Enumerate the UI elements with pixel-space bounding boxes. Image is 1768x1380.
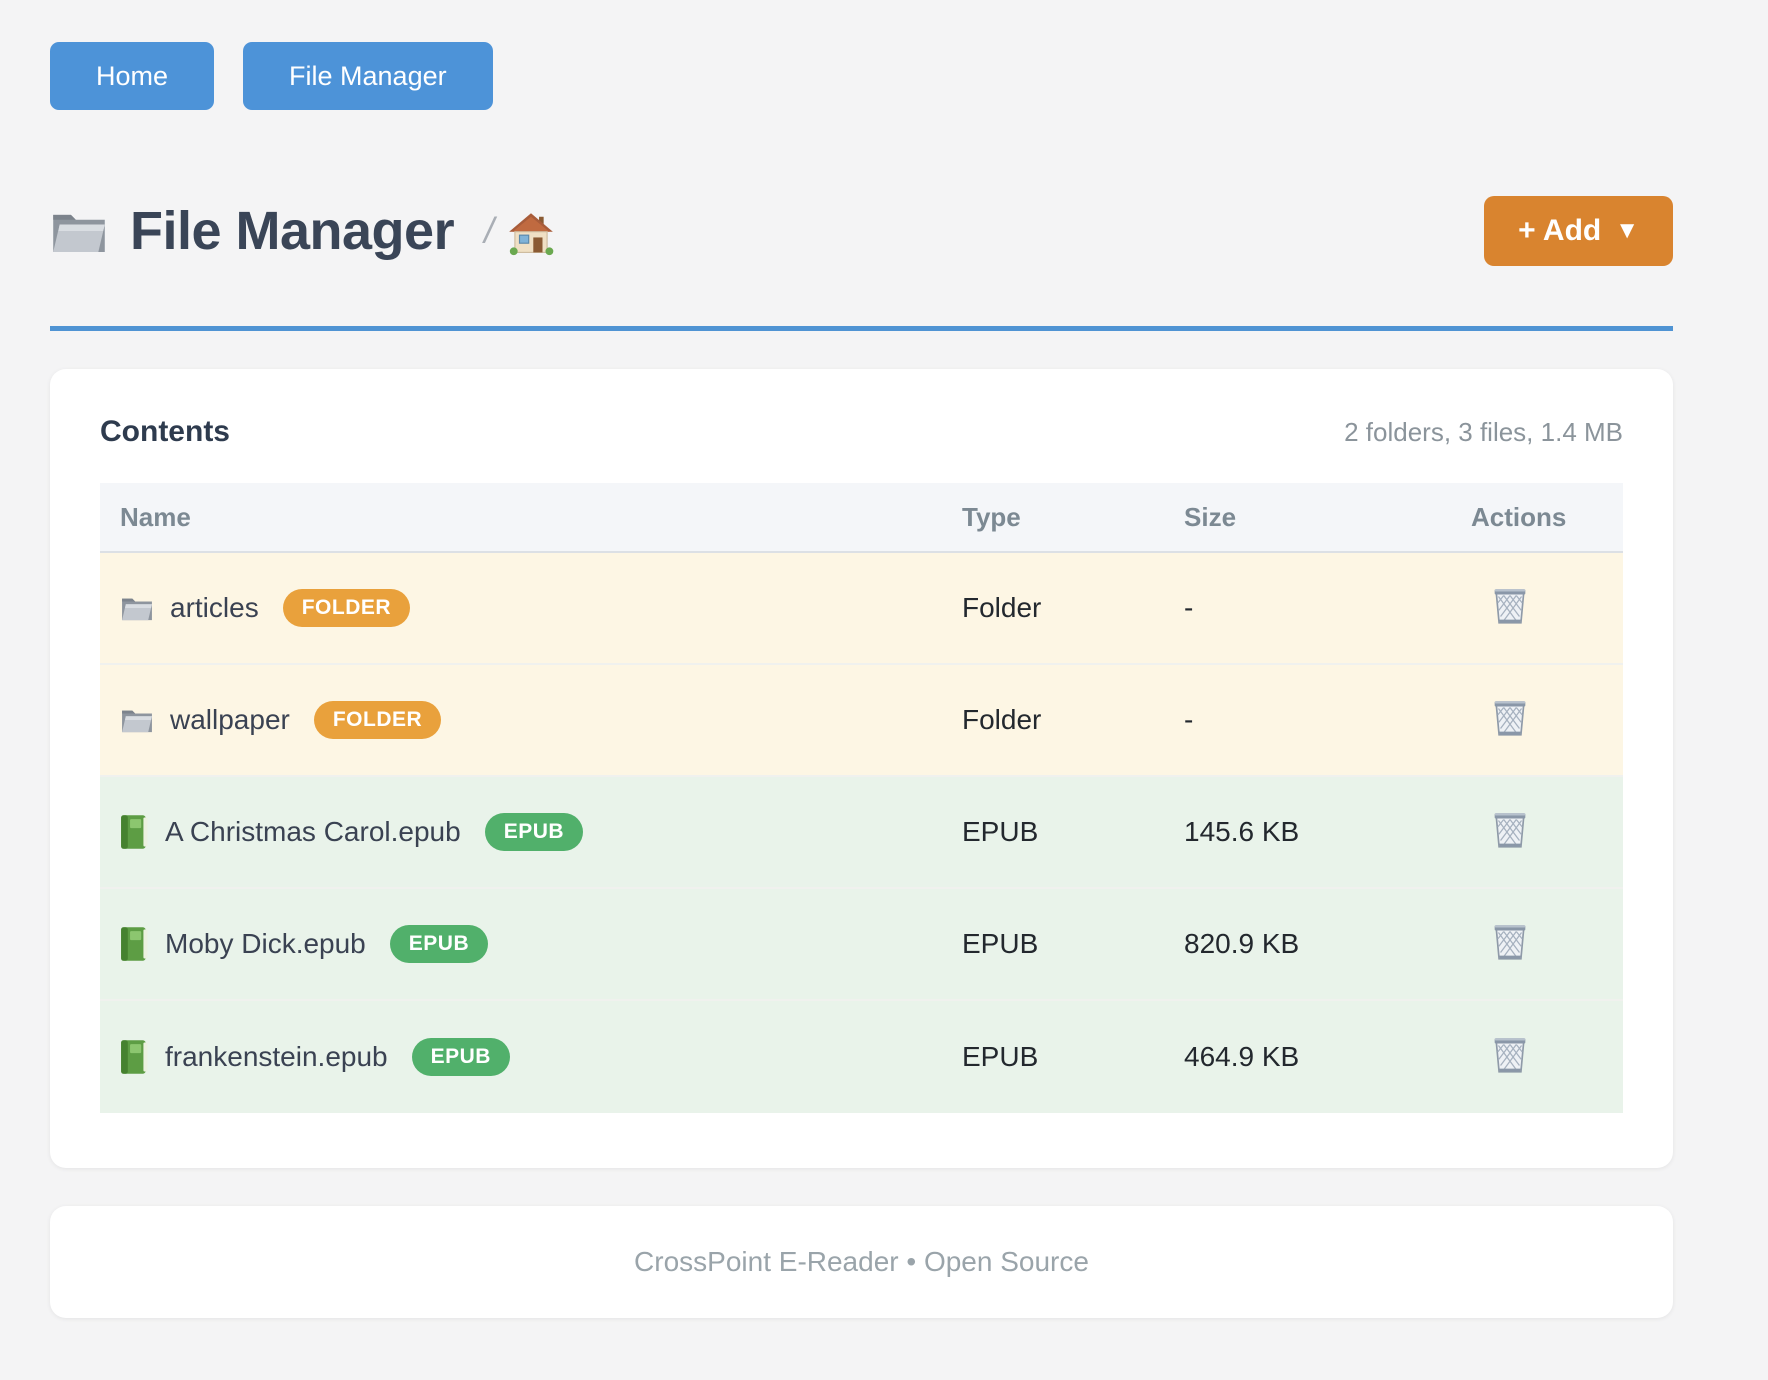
folder-icon — [120, 706, 154, 734]
trash-icon — [1491, 1034, 1529, 1076]
file-type-badge: FOLDER — [283, 589, 410, 627]
file-name-label: wallpaper — [170, 704, 290, 736]
folder-icon — [120, 594, 154, 622]
file-type-cell: Folder — [962, 704, 1184, 736]
file-type-badge: EPUB — [485, 813, 583, 851]
page-title: File Manager — [130, 200, 454, 262]
home-icon[interactable] — [508, 212, 554, 256]
contents-heading: Contents — [100, 415, 230, 449]
column-header-type: Type — [962, 502, 1184, 533]
file-type-badge: EPUB — [412, 1038, 510, 1076]
column-header-size: Size — [1184, 502, 1471, 533]
file-size-cell: 820.9 KB — [1184, 928, 1471, 960]
contents-summary: 2 folders, 3 files, 1.4 MB — [1344, 417, 1623, 448]
trash-icon — [1491, 809, 1529, 851]
file-table: Name Type Size Actions articles FOLDER — [100, 483, 1623, 1113]
add-button[interactable]: + Add ▼ — [1484, 196, 1673, 266]
footer: CrossPoint E-Reader • Open Source — [50, 1206, 1673, 1318]
delete-button[interactable] — [1491, 697, 1529, 739]
top-nav: Home File Manager — [50, 42, 1673, 110]
file-name-label: frankenstein.epub — [165, 1041, 388, 1073]
column-header-actions: Actions — [1471, 502, 1623, 533]
file-name-cell: Moby Dick.epub EPUB — [100, 925, 962, 963]
contents-card-header: Contents 2 folders, 3 files, 1.4 MB — [100, 415, 1623, 449]
page-header: File Manager / — [50, 196, 1673, 266]
file-size-cell: 464.9 KB — [1184, 1041, 1471, 1073]
file-type-badge: FOLDER — [314, 701, 441, 739]
delete-button[interactable] — [1491, 921, 1529, 963]
file-size-cell: - — [1184, 704, 1471, 736]
delete-button[interactable] — [1491, 585, 1529, 627]
table-row[interactable]: articles FOLDER Folder - — [100, 553, 1623, 665]
file-name-cell: articles FOLDER — [100, 589, 962, 627]
contents-card: Contents 2 folders, 3 files, 1.4 MB Name… — [50, 369, 1673, 1168]
file-type-badge: EPUB — [390, 925, 488, 963]
home-button[interactable]: Home — [50, 42, 214, 110]
breadcrumb-separator: / — [484, 210, 494, 252]
file-name-label: A Christmas Carol.epub — [165, 816, 461, 848]
file-size-cell: 145.6 KB — [1184, 816, 1471, 848]
file-type-cell: Folder — [962, 592, 1184, 624]
table-row[interactable]: frankenstein.epub EPUB EPUB 464.9 KB — [100, 1001, 1623, 1113]
table-row[interactable]: A Christmas Carol.epub EPUB EPUB 145.6 K… — [100, 777, 1623, 889]
file-type-cell: EPUB — [962, 816, 1184, 848]
add-button-label: + Add — [1518, 214, 1601, 248]
book-icon — [120, 814, 149, 850]
table-body: articles FOLDER Folder - — [100, 553, 1623, 1113]
file-name-label: articles — [170, 592, 259, 624]
file-name-cell: A Christmas Carol.epub EPUB — [100, 813, 962, 851]
column-header-name: Name — [100, 502, 962, 533]
delete-button[interactable] — [1491, 809, 1529, 851]
file-size-cell: - — [1184, 592, 1471, 624]
file-type-cell: EPUB — [962, 1041, 1184, 1073]
book-icon — [120, 926, 149, 962]
file-actions-cell — [1471, 697, 1623, 744]
file-actions-cell — [1471, 585, 1623, 632]
table-row[interactable]: wallpaper FOLDER Folder - — [100, 665, 1623, 777]
file-name-cell: wallpaper FOLDER — [100, 701, 962, 739]
trash-icon — [1491, 697, 1529, 739]
caret-down-icon: ▼ — [1615, 217, 1639, 245]
table-row[interactable]: Moby Dick.epub EPUB EPUB 820.9 KB — [100, 889, 1623, 1001]
delete-button[interactable] — [1491, 1034, 1529, 1076]
file-manager-button[interactable]: File Manager — [243, 42, 493, 110]
file-name-label: Moby Dick.epub — [165, 928, 366, 960]
book-icon — [120, 1039, 149, 1075]
file-actions-cell — [1471, 921, 1623, 968]
file-name-cell: frankenstein.epub EPUB — [100, 1038, 962, 1076]
file-actions-cell — [1471, 809, 1623, 856]
table-header-row: Name Type Size Actions — [100, 483, 1623, 553]
header-divider — [50, 326, 1673, 331]
footer-text: CrossPoint E-Reader • Open Source — [634, 1246, 1089, 1278]
trash-icon — [1491, 921, 1529, 963]
file-actions-cell — [1471, 1034, 1623, 1081]
trash-icon — [1491, 585, 1529, 627]
page-container: Home File Manager File Manager / + Add ▼ — [50, 0, 1673, 1318]
folder-icon — [50, 205, 108, 257]
file-type-cell: EPUB — [962, 928, 1184, 960]
